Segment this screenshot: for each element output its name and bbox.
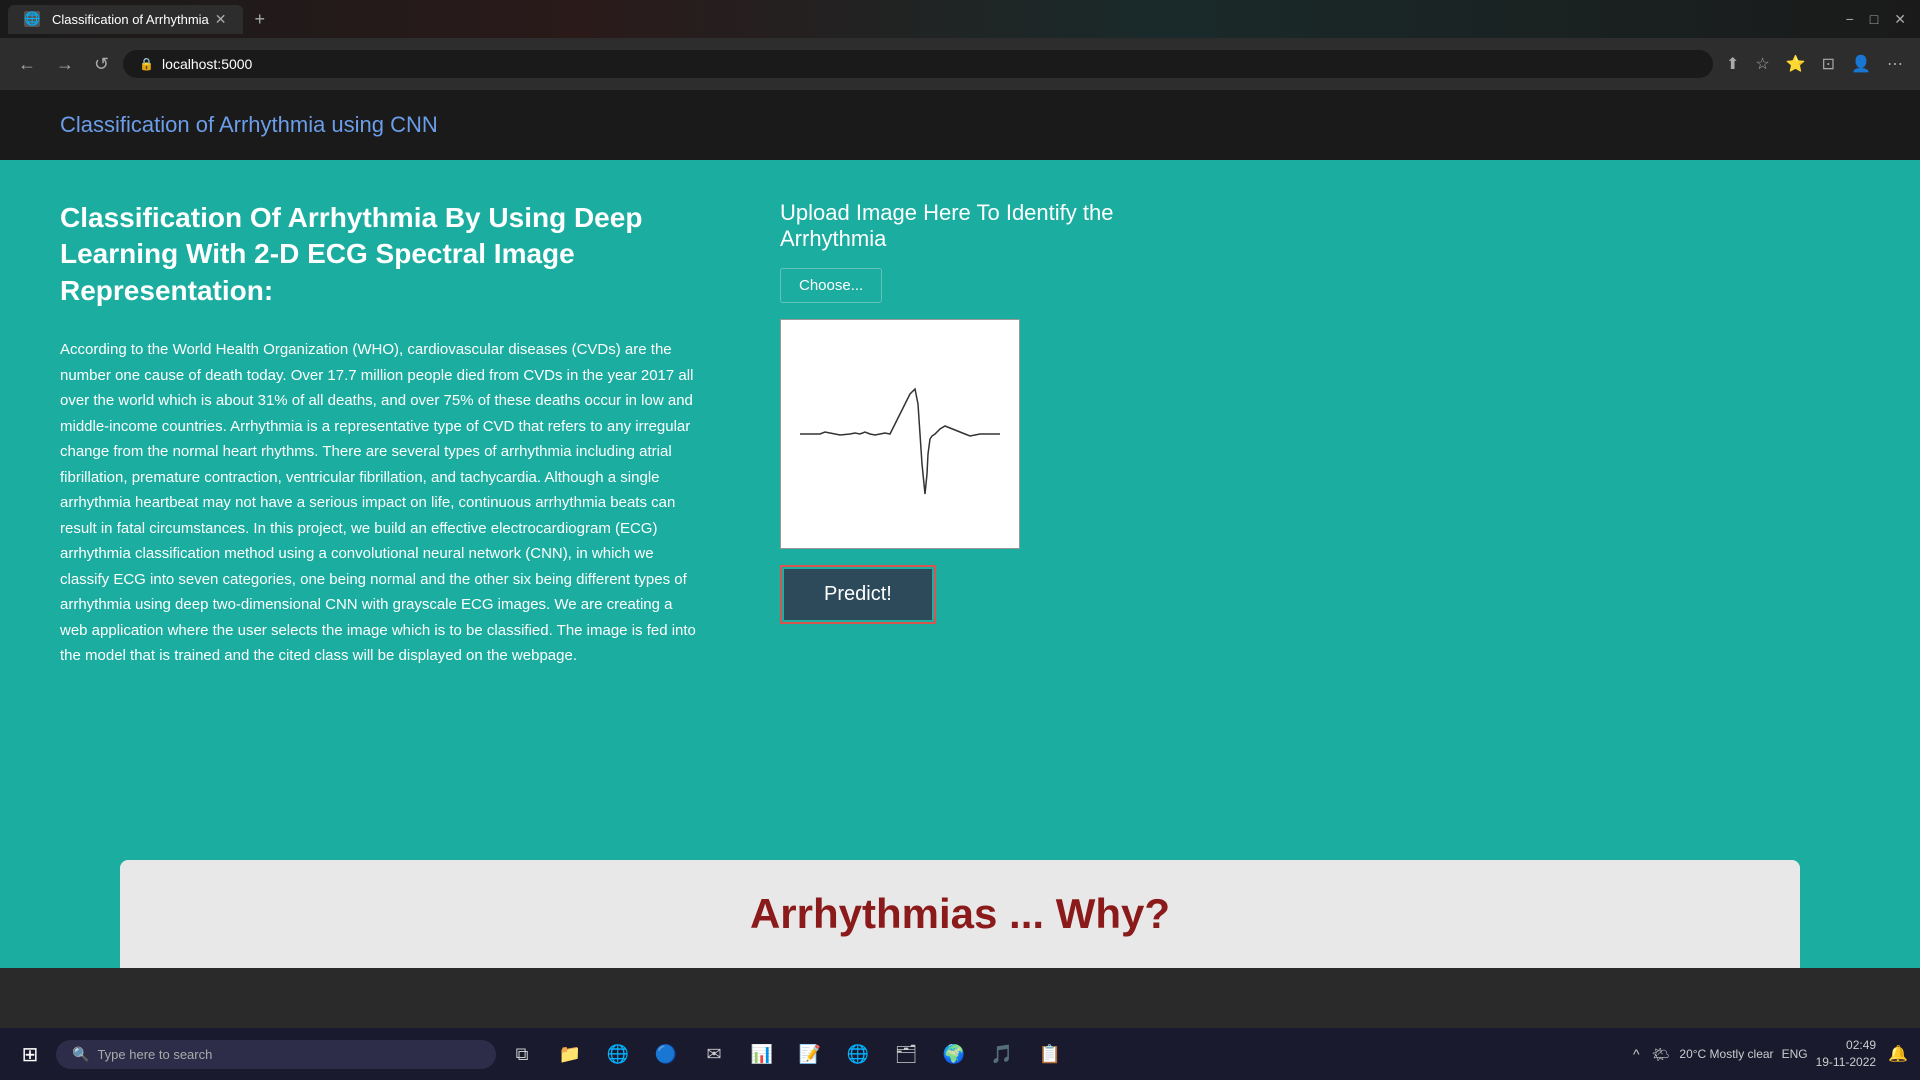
folder-icon: 🗂: [895, 1044, 918, 1065]
chevron-up-icon[interactable]: ^: [1631, 1044, 1642, 1064]
right-section: Upload Image Here To Identify the Arrhyt…: [780, 200, 1160, 860]
split-view-button[interactable]: ⊡: [1817, 50, 1840, 78]
predict-button-wrapper: Predict!: [780, 565, 936, 624]
file-explorer-icon: 📁: [559, 1044, 581, 1065]
address-bar[interactable]: 🔒 localhost:5000: [123, 50, 1713, 78]
nav-actions: ⬆ ☆ ⭐ ⊡ 👤 ⋯: [1721, 50, 1908, 78]
bottom-section: Arrhythmias ... Why?: [120, 860, 1800, 968]
taskbar-chrome[interactable]: 🌐: [596, 1032, 640, 1076]
maximize-button[interactable]: □: [1864, 9, 1884, 30]
predict-button[interactable]: Predict!: [784, 569, 932, 620]
taskbar-file-explorer[interactable]: 📁: [548, 1032, 592, 1076]
bottom-wrapper: Arrhythmias ... Why?: [0, 860, 1920, 968]
app-icon: 📋: [1039, 1044, 1061, 1065]
weather-text: 20°C Mostly clear: [1679, 1047, 1773, 1061]
bottom-section-title: Arrhythmias ... Why?: [750, 890, 1170, 938]
extensions-button[interactable]: ⭐: [1781, 50, 1811, 78]
start-button[interactable]: ⊞: [8, 1032, 52, 1076]
taskbar-mail[interactable]: ✉: [692, 1032, 736, 1076]
taskbar-chrome3[interactable]: 🌍: [932, 1032, 976, 1076]
address-secure-icon: 🔒: [139, 57, 154, 71]
taskbar-search-placeholder: Type here to search: [97, 1047, 212, 1062]
language-text: ENG: [1782, 1047, 1808, 1061]
tab-close-btn[interactable]: ✕: [215, 11, 227, 28]
task-view-button[interactable]: ⧉: [500, 1032, 544, 1076]
article-title: Classification Of Arrhythmia By Using De…: [60, 200, 700, 309]
taskbar-app[interactable]: 📋: [1028, 1032, 1072, 1076]
profile-button[interactable]: 👤: [1846, 50, 1876, 78]
ecg-image-box: [780, 319, 1020, 549]
share-button[interactable]: ⬆: [1721, 50, 1744, 78]
word-icon: 📝: [799, 1044, 821, 1065]
taskbar-folder[interactable]: 🗂: [884, 1032, 928, 1076]
taskbar-search-icon: 🔍: [72, 1046, 89, 1063]
page-header-title: Classification of Arrhythmia using CNN: [60, 112, 438, 138]
date-display: 19-11-2022: [1816, 1054, 1877, 1071]
edge-icon: 🔵: [655, 1044, 677, 1065]
office-icon: 📊: [751, 1044, 773, 1065]
address-url: localhost:5000: [162, 56, 252, 72]
close-window-button[interactable]: ✕: [1888, 9, 1912, 30]
refresh-button[interactable]: ↺: [88, 50, 115, 79]
page-header: Classification of Arrhythmia using CNN: [0, 90, 1920, 160]
forward-button[interactable]: →: [50, 50, 80, 79]
minimize-button[interactable]: −: [1840, 9, 1860, 30]
upload-title: Upload Image Here To Identify the Arrhyt…: [780, 200, 1160, 252]
system-tray: ^ 🌤 20°C Mostly clear ENG 02:49 19-11-20…: [1631, 1037, 1912, 1071]
left-section: Classification Of Arrhythmia By Using De…: [60, 200, 700, 860]
chrome-icon: 🌐: [607, 1044, 629, 1065]
taskbar-search[interactable]: 🔍 Type here to search: [56, 1040, 496, 1069]
nav-bar: ← → ↺ 🔒 localhost:5000 ⬆ ☆ ⭐ ⊡ 👤 ⋯: [0, 38, 1920, 90]
taskbar-spotify[interactable]: 🎵: [980, 1032, 1024, 1076]
article-body: According to the World Health Organizati…: [60, 337, 700, 669]
new-tab-button[interactable]: +: [247, 5, 274, 34]
choose-file-button[interactable]: Choose...: [780, 268, 882, 303]
spotify-icon: 🎵: [991, 1044, 1013, 1065]
task-view-icon: ⧉: [516, 1044, 529, 1065]
taskbar-word[interactable]: 📝: [788, 1032, 832, 1076]
tab-title: Classification of Arrhythmia: [52, 12, 209, 27]
taskbar: ⊞ 🔍 Type here to search ⧉ 📁 🌐 🔵 ✉ 📊 📝 🌐 …: [0, 1028, 1920, 1080]
time-display: 02:49: [1816, 1037, 1877, 1054]
ecg-waveform: [800, 344, 1000, 524]
tab-bar: 🌐 Classification of Arrhythmia ✕ + − □ ✕: [0, 0, 1920, 38]
sys-icons: ^: [1631, 1044, 1642, 1064]
tab-favicon: 🌐: [24, 11, 40, 27]
windows-icon: ⊞: [22, 1042, 39, 1067]
browser-chrome: 🌐 Classification of Arrhythmia ✕ + − □ ✕…: [0, 0, 1920, 90]
back-button[interactable]: ←: [12, 50, 42, 79]
main-content: Classification Of Arrhythmia By Using De…: [0, 160, 1920, 860]
taskbar-chrome2[interactable]: 🌐: [836, 1032, 880, 1076]
taskbar-edge[interactable]: 🔵: [644, 1032, 688, 1076]
clock[interactable]: 02:49 19-11-2022: [1816, 1037, 1877, 1071]
weather-icon[interactable]: 🌤: [1650, 1044, 1672, 1065]
bookmark-button[interactable]: ☆: [1750, 50, 1774, 78]
mail-icon: ✉: [706, 1044, 721, 1065]
browser-icon: 🌍: [943, 1044, 965, 1065]
notification-icon[interactable]: 🔔: [1884, 1040, 1912, 1068]
taskbar-office[interactable]: 📊: [740, 1032, 784, 1076]
active-tab[interactable]: 🌐 Classification of Arrhythmia ✕: [8, 5, 243, 34]
chrome2-icon: 🌐: [847, 1044, 869, 1065]
menu-button[interactable]: ⋯: [1882, 50, 1908, 78]
